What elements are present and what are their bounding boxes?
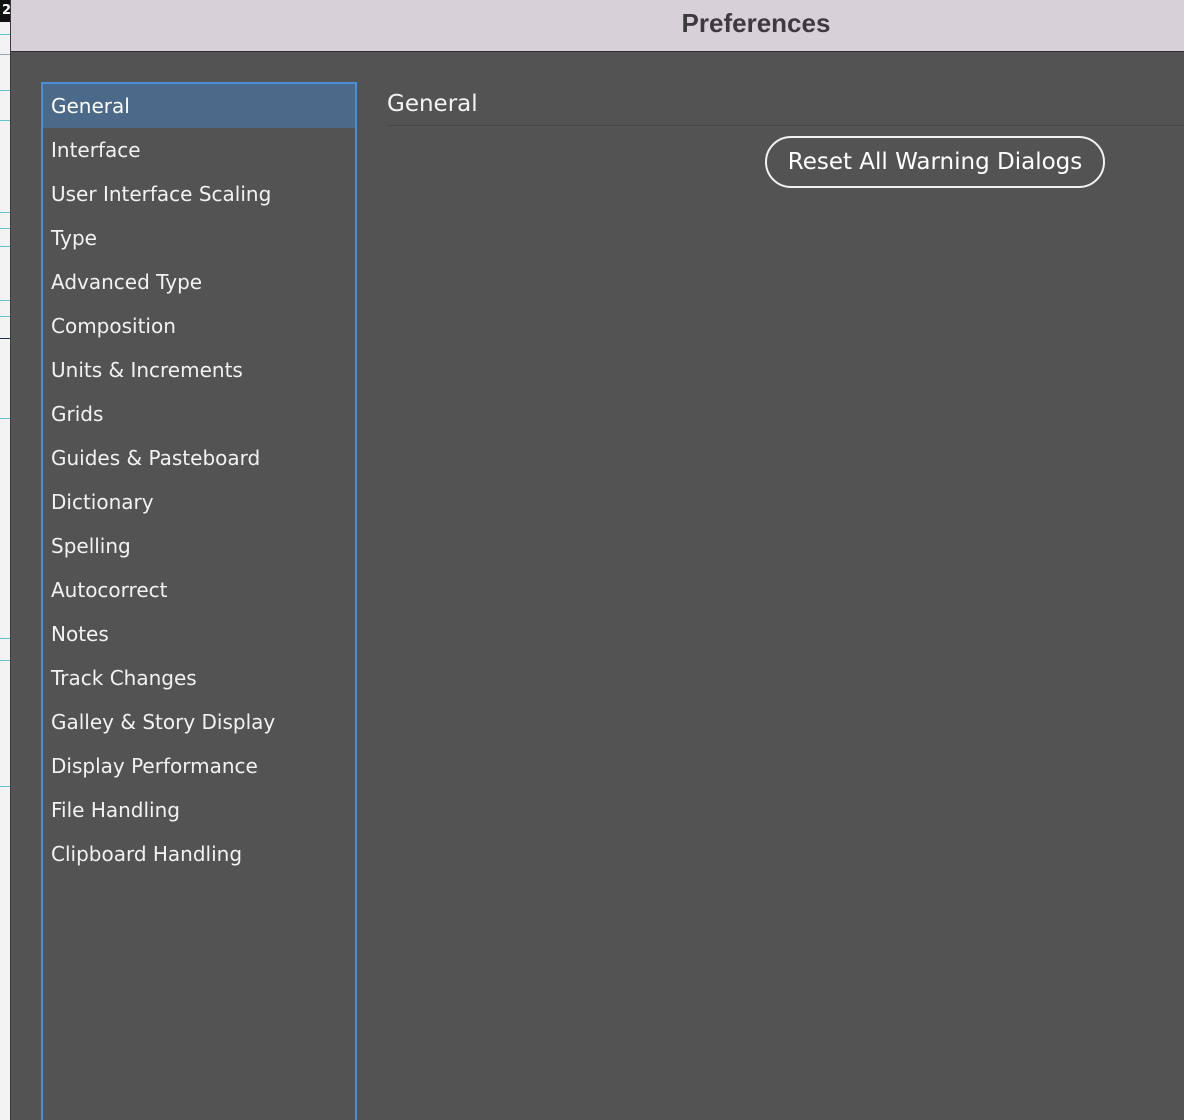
guide-line — [0, 212, 10, 213]
sidebar-item-composition[interactable]: Composition — [43, 304, 355, 348]
guide-line — [0, 90, 10, 91]
sidebar-item-autocorrect[interactable]: Autocorrect — [43, 568, 355, 612]
guide-line — [0, 316, 10, 317]
background-page-number: 2 — [0, 0, 10, 22]
section-title: General — [387, 91, 478, 117]
reset-all-warning-dialogs-button[interactable]: Reset All Warning Dialogs — [765, 136, 1105, 188]
sidebar-item-units-and-increments[interactable]: Units & Increments — [43, 348, 355, 392]
background-document: 2 — [0, 0, 10, 1120]
guide-line — [0, 54, 10, 55]
guide-line — [0, 638, 10, 639]
sidebar-item-spelling[interactable]: Spelling — [43, 524, 355, 568]
section-divider — [387, 125, 1184, 126]
sidebar-item-display-performance[interactable]: Display Performance — [43, 744, 355, 788]
sidebar-item-galley-and-story-display[interactable]: Galley & Story Display — [43, 700, 355, 744]
guide-line — [0, 246, 10, 247]
sidebar-item-clipboard-handling[interactable]: Clipboard Handling — [43, 832, 355, 876]
guide-line — [0, 418, 10, 419]
guide-line — [0, 660, 10, 661]
sidebar-item-dictionary[interactable]: Dictionary — [43, 480, 355, 524]
preferences-panel: General Reset All Warning Dialogs — [387, 82, 1184, 1120]
sidebar-item-general[interactable]: General — [43, 84, 355, 128]
preferences-category-list[interactable]: General Interface User Interface Scaling Ty… — [41, 82, 357, 1120]
sidebar-item-track-changes[interactable]: Track Changes — [43, 656, 355, 700]
guide-line — [0, 786, 10, 787]
guide-line — [0, 338, 10, 339]
title-bar[interactable]: Preferences — [11, 0, 1184, 52]
sidebar-item-advanced-type[interactable]: Advanced Type — [43, 260, 355, 304]
sidebar-item-file-handling[interactable]: File Handling — [43, 788, 355, 832]
screen: 2 Preferences General Interface User Inter… — [0, 0, 1184, 1120]
sidebar-item-user-interface-scaling[interactable]: User Interface Scaling — [43, 172, 355, 216]
preferences-dialog: Preferences General Interface User Interfa… — [10, 0, 1184, 1120]
sidebar-item-interface[interactable]: Interface — [43, 128, 355, 172]
guide-line — [0, 120, 10, 121]
sidebar-item-grids[interactable]: Grids — [43, 392, 355, 436]
sidebar-item-type[interactable]: Type — [43, 216, 355, 260]
sidebar-item-guides-and-pasteboard[interactable]: Guides & Pasteboard — [43, 436, 355, 480]
guide-line — [0, 300, 10, 301]
window-title: Preferences — [681, 8, 831, 38]
guide-line — [0, 34, 10, 35]
guide-line — [0, 228, 10, 229]
sidebar-item-notes[interactable]: Notes — [43, 612, 355, 656]
